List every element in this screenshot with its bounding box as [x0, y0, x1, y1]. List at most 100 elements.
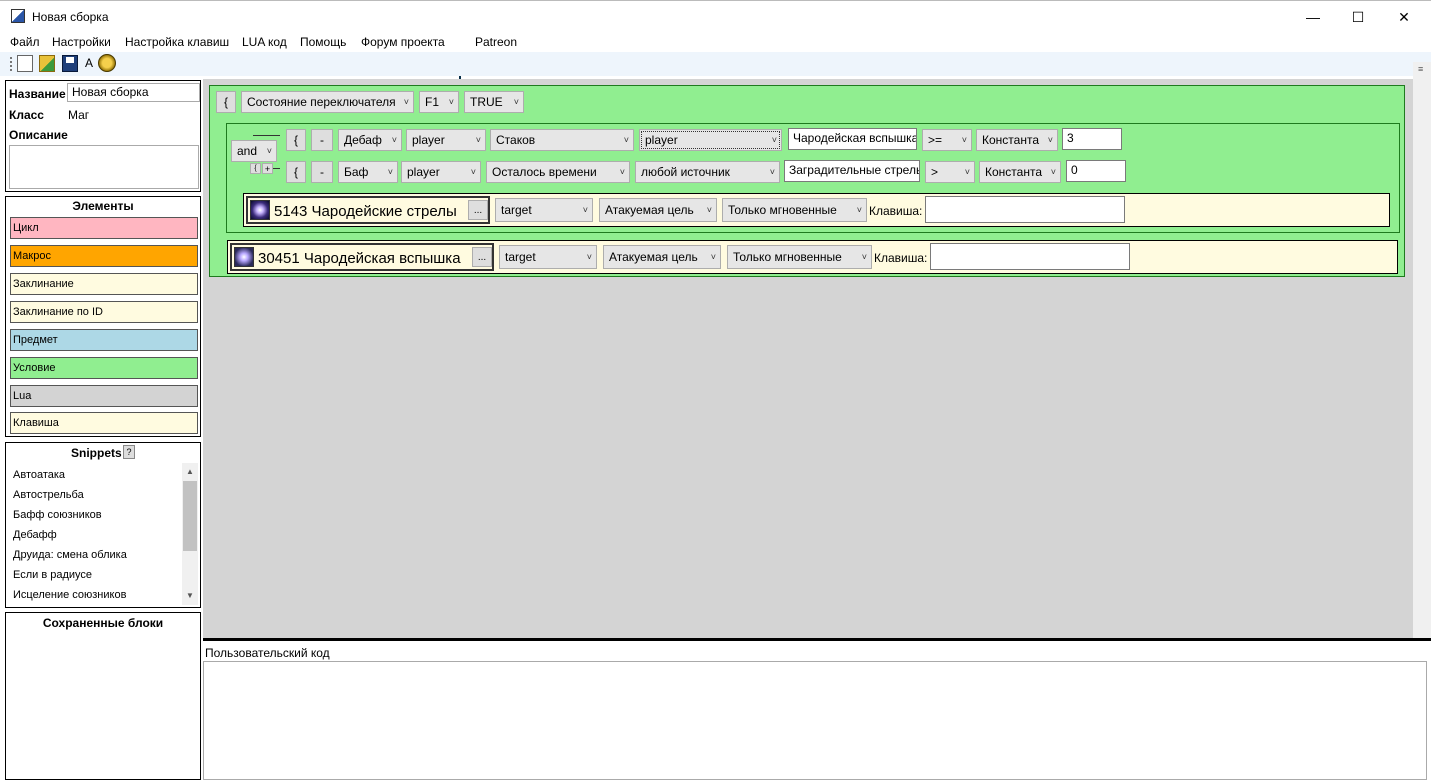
description-input[interactable] [9, 145, 199, 189]
cond2-value-input[interactable]: 0 [1066, 160, 1126, 182]
spell2-target-dropdown[interactable]: target ˅ [499, 245, 597, 269]
menu-patreon[interactable]: Patreon [475, 35, 517, 49]
state-dropdown[interactable]: Состояние переключателя ˅ [241, 91, 414, 113]
cond2-property-value: Осталось времени [492, 165, 597, 179]
snippet-item[interactable]: Если в радиусе [13, 569, 92, 581]
minimize-button[interactable]: — [1290, 1, 1336, 33]
element-condition[interactable]: Условие [10, 357, 198, 379]
menu-settings[interactable]: Настройки [52, 35, 111, 49]
cond1-brace-button[interactable]: { [286, 129, 306, 151]
chevron-down-icon: ˅ [1050, 167, 1056, 177]
snippet-item[interactable]: Дебафф [13, 529, 57, 541]
cond1-kind-dropdown[interactable]: Константа ˅ [976, 129, 1058, 151]
spell2-key-input[interactable] [930, 243, 1130, 270]
spell1-check-dropdown[interactable]: Атакуемая цель ˅ [599, 198, 717, 222]
save-icon[interactable] [62, 55, 78, 72]
cond2-unit-dropdown[interactable]: player ˅ [401, 161, 481, 183]
cond2-source-value: любой источник [641, 165, 730, 179]
cond1-type-dropdown[interactable]: Дебаф ˅ [338, 129, 402, 151]
chevron-down-icon: ˅ [448, 97, 454, 107]
cond2-spell-input[interactable]: Заградительные стрелы [784, 160, 920, 182]
spell-name: 30451 Чародейская вспышка [258, 250, 461, 267]
snippets-title: Snippets [71, 446, 122, 460]
condition-group: and ˅ { + { - Дебаф ˅ player ˅ Стаков ˅ play… [226, 123, 1400, 233]
spell-pick-button[interactable]: ... [472, 247, 492, 267]
font-button[interactable]: A [85, 56, 93, 70]
snippet-item[interactable]: Бафф союзников [13, 509, 102, 521]
cond1-unit-dropdown[interactable]: player ˅ [406, 129, 486, 151]
wow-icon[interactable] [98, 54, 116, 72]
window-title: Новая сборка [32, 10, 109, 24]
spell-name: 5143 Чародейские стрелы [274, 203, 457, 220]
snippets-scrollbar[interactable]: ▲ ▼ [182, 463, 198, 605]
new-file-icon[interactable] [17, 55, 33, 72]
spell1-target-value: target [501, 203, 532, 217]
chevron-down-icon: ˅ [586, 252, 592, 262]
element-cycle[interactable]: Цикл [10, 217, 198, 239]
cond2-remove-button[interactable]: - [311, 161, 333, 183]
elements-box: Элементы Цикл Макрос Заклинание Заклинан… [5, 196, 201, 437]
close-button[interactable]: ✕ [1381, 1, 1427, 33]
spell2-mode-dropdown[interactable]: Только мгновенные ˅ [727, 245, 872, 269]
cond2-property-dropdown[interactable]: Осталось времени ˅ [486, 161, 630, 183]
chevron-down-icon: ˅ [710, 252, 716, 262]
element-item[interactable]: Предмет [10, 329, 198, 351]
spell-header: 5143 Чародейские стрелы ... [246, 196, 490, 224]
spell1-key-input[interactable] [925, 196, 1125, 223]
key-dropdown[interactable]: F1 ˅ [419, 91, 459, 113]
logic-value: and [237, 144, 258, 158]
menu-lua-code[interactable]: LUA код [242, 35, 287, 49]
snippet-item[interactable]: Исцеление союзников [13, 589, 126, 601]
canvas-scrollbar[interactable]: ≡ [1413, 62, 1431, 640]
cond2-brace-button[interactable]: { [286, 161, 306, 183]
cond2-kind-dropdown[interactable]: Константа ˅ [979, 161, 1061, 183]
scroll-down-icon[interactable]: ▼ [186, 591, 194, 600]
element-spell[interactable]: Заклинание [10, 273, 198, 295]
spell-pick-button[interactable]: ... [468, 200, 488, 220]
cond2-source-dropdown[interactable]: любой источник ˅ [635, 161, 780, 183]
maximize-button[interactable]: ☐ [1335, 1, 1381, 33]
scroll-thumb[interactable] [183, 481, 197, 551]
brace-button[interactable]: { [216, 91, 236, 113]
logic-dropdown[interactable]: and ˅ [231, 140, 277, 162]
spell1-mode-dropdown[interactable]: Только мгновенные ˅ [722, 198, 867, 222]
element-spell-by-id[interactable]: Заклинание по ID [10, 301, 198, 323]
cond1-operator-dropdown[interactable]: >= ˅ [922, 129, 972, 151]
spell2-check-dropdown[interactable]: Атакуемая цель ˅ [603, 245, 721, 269]
cond1-spell-input[interactable]: Чародейская вспышка [788, 128, 917, 150]
open-file-icon[interactable] [39, 55, 55, 72]
spell-header: 30451 Чародейская вспышка ... [230, 243, 494, 271]
menu-key-settings[interactable]: Настройка клавиш [125, 35, 229, 49]
element-key[interactable]: Клавиша [10, 412, 198, 434]
snippet-item[interactable]: Друида: смена облика [13, 549, 127, 561]
snippets-help-button[interactable]: ? [123, 445, 135, 459]
cond1-property-value: Стаков [496, 133, 536, 147]
element-lua[interactable]: Lua [10, 385, 198, 407]
user-code-editor[interactable] [203, 661, 1427, 780]
group-brace-button[interactable]: { [250, 163, 261, 174]
menu-help[interactable]: Помощь [300, 35, 346, 49]
menu-forum[interactable]: Форум проекта [361, 35, 445, 49]
menu-icon[interactable]: ≡ [1418, 64, 1423, 74]
snippet-item[interactable]: Автострельба [13, 489, 84, 501]
cond2-operator-dropdown[interactable]: > ˅ [925, 161, 975, 183]
add-condition-button[interactable]: + [262, 163, 273, 174]
name-input[interactable]: Новая сборка [67, 83, 200, 102]
bool-dropdown[interactable]: TRUE ˅ [464, 91, 524, 113]
cond1-value-input[interactable]: 3 [1062, 128, 1122, 150]
chevron-down-icon: ˅ [769, 167, 775, 177]
element-item-label: Предмет [13, 334, 58, 346]
menu-file[interactable]: Файл [10, 35, 40, 49]
cond1-property-dropdown[interactable]: Стаков ˅ [490, 129, 634, 151]
scroll-up-icon[interactable]: ▲ [186, 467, 194, 476]
element-macro[interactable]: Макрос [10, 245, 198, 267]
cond1-source-dropdown[interactable]: player ˅ [639, 129, 782, 151]
spell1-check-value: Атакуемая цель [605, 203, 694, 217]
splitter[interactable] [203, 638, 1431, 641]
element-cycle-label: Цикл [13, 222, 39, 234]
spell2-mode-value: Только мгновенные [733, 250, 842, 264]
spell1-target-dropdown[interactable]: target ˅ [495, 198, 593, 222]
cond2-type-dropdown[interactable]: Баф ˅ [338, 161, 398, 183]
cond1-remove-button[interactable]: - [311, 129, 333, 151]
snippet-item[interactable]: Автоатака [13, 469, 65, 481]
